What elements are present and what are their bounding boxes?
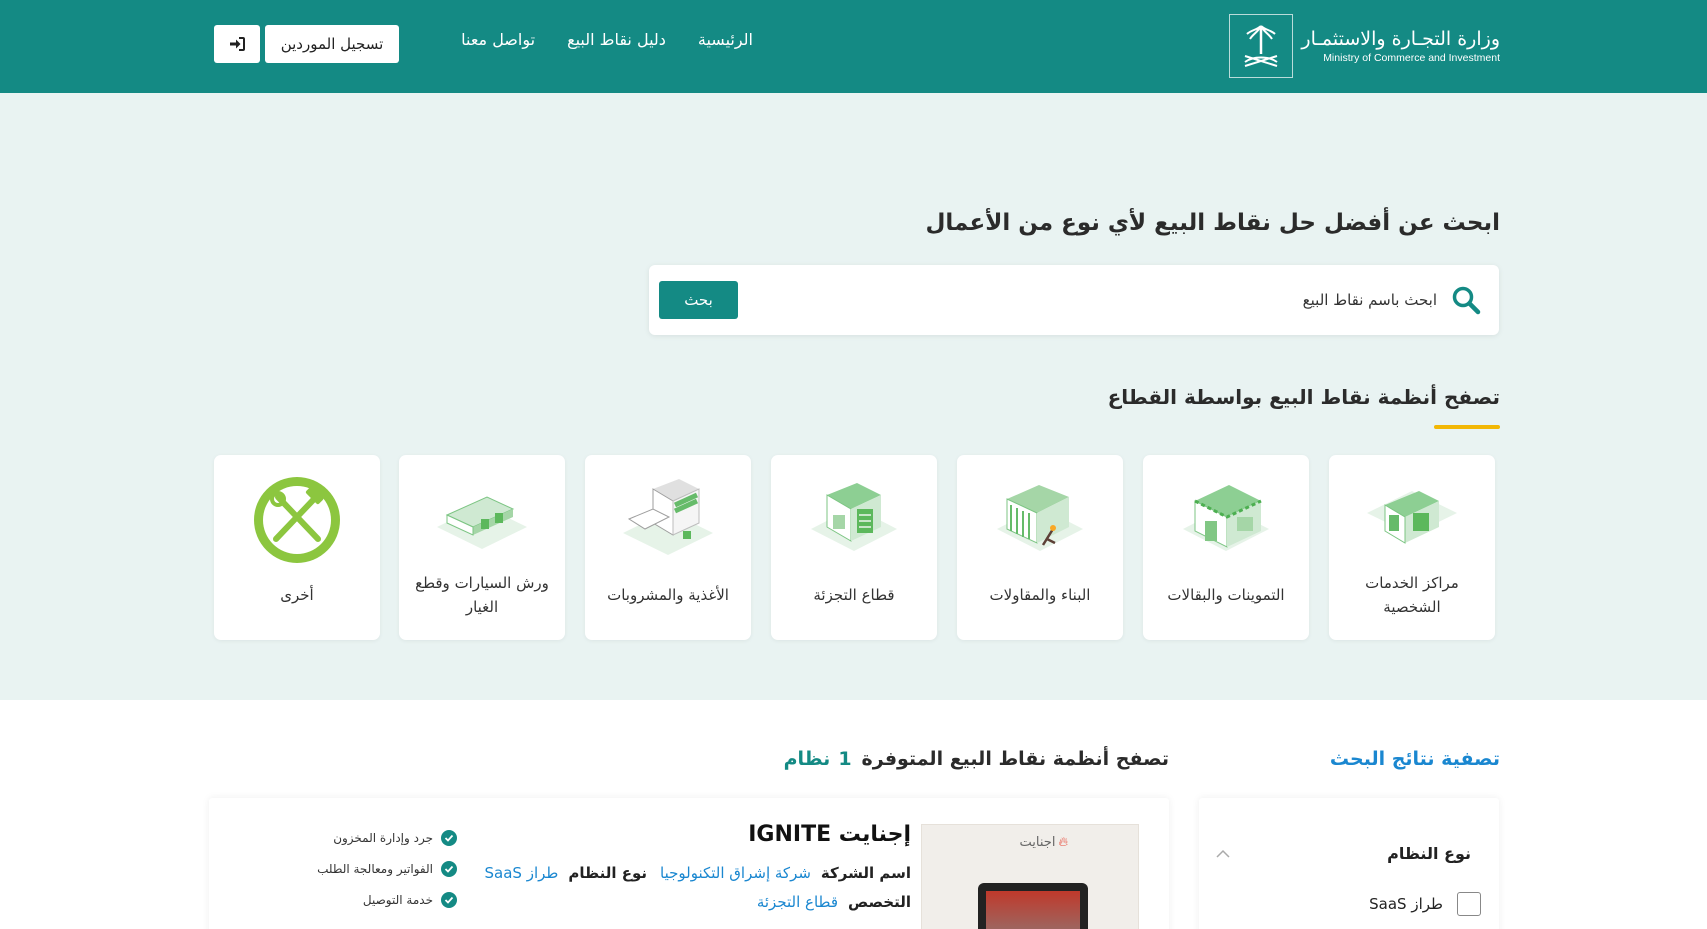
product-card[interactable]: 🔥︎ اجنايت إجنايت IGNITE اسم الشركة شركة … (209, 798, 1169, 929)
product-image[interactable]: 🔥︎ اجنايت (921, 824, 1139, 929)
results-title: تصفح أنظمة نقاط البيع المتوفرة 1 نظام (784, 748, 1169, 770)
register-suppliers-button[interactable]: تسجيل الموردين (265, 25, 399, 63)
sector-card-personal-services[interactable]: مراكز الخدمات الشخصية (1329, 455, 1495, 640)
logo-name-en: Ministry of Commerce and Investment (1323, 52, 1500, 64)
logo-text: وزارة التجـارة والاستثمـار Ministry of C… (1301, 27, 1500, 65)
retail-store-icon (811, 483, 897, 551)
chevron-up-icon[interactable] (1215, 846, 1231, 862)
title-underline (1434, 425, 1500, 429)
main-nav: الرئيسية دليل نقاط البيع تواصل معنا (461, 30, 753, 49)
system-type-row: نوع النظام طراز SaaS (485, 864, 647, 882)
specialty-row: التخصص قطاع التجزئة (757, 893, 911, 911)
search-button[interactable]: بحث (659, 281, 738, 319)
company-row: اسم الشركة شركة إشراق التكنولوجيا (660, 864, 911, 882)
sector-card-grocery[interactable]: التموينات والبقالات (1143, 455, 1309, 640)
feature-list: جرد وإدارة المخزون الفواتير ومعالجة الطل… (317, 828, 457, 909)
results-count: 1 نظام (784, 748, 852, 770)
product-name[interactable]: إجنايت IGNITE (748, 822, 911, 847)
sector-card-food-beverages[interactable]: الأغذية والمشروبات (585, 455, 751, 640)
search-input[interactable] (757, 283, 1437, 317)
filter-option-saas[interactable]: طراز SaaS (1369, 892, 1481, 916)
check-circle-icon (441, 860, 457, 877)
feature-label: الفواتير ومعالجة الطلب (317, 861, 433, 876)
ministry-logo[interactable]: وزارة التجـارة والاستثمـار Ministry of C… (1229, 14, 1500, 78)
search-icon (1452, 286, 1481, 315)
flame-icon: 🔥︎ (1058, 835, 1068, 850)
sector-label: مراكز الخدمات الشخصية (1365, 574, 1459, 616)
garage-icon (437, 496, 527, 549)
feature-item: جرد وإدارة المخزون (317, 828, 457, 847)
construction-store-icon (997, 485, 1083, 551)
cafe-icon (623, 479, 713, 555)
saas-checkbox[interactable] (1457, 892, 1481, 916)
top-header: وزارة التجـارة والاستثمـار Ministry of C… (0, 0, 1707, 93)
filter-option-label: طراز SaaS (1369, 895, 1443, 913)
system-type-value[interactable]: طراز SaaS (485, 864, 559, 882)
company-value[interactable]: شركة إشراق التكنولوجيا (660, 864, 811, 882)
product-image-logo: 🔥︎ اجنايت (1019, 835, 1068, 850)
feature-label: جرد وإدارة المخزون (333, 830, 433, 845)
check-circle-icon (441, 891, 457, 908)
logo-name-ar: وزارة التجـارة والاستثمـار (1301, 28, 1500, 50)
pos-terminal-illustration (978, 883, 1088, 929)
filter-heading-system-type: نوع النظام (1387, 844, 1471, 863)
login-button[interactable] (214, 25, 260, 63)
check-circle-icon (441, 829, 457, 846)
sector-label: أخرى (280, 586, 314, 604)
sector-card-retail[interactable]: قطاع التجزئة (771, 455, 937, 640)
sector-label: الأغذية والمشروبات (607, 586, 729, 604)
search-box: بحث (649, 265, 1499, 335)
sign-in-icon (230, 37, 245, 51)
feature-label: خدمة التوصيل (362, 892, 433, 907)
feature-item: خدمة التوصيل (317, 890, 457, 909)
sector-card-garages[interactable]: ورش السيارات وقطع الغيار (399, 455, 565, 640)
results-count-unit: نظام (783, 748, 831, 770)
grocery-store-icon (1183, 485, 1269, 551)
sector-label: ورش السيارات وقطع الغيار (415, 574, 549, 616)
filter-panel: نوع النظام طراز SaaS (1199, 798, 1499, 929)
storefront-icon (1367, 491, 1457, 544)
feature-item: الفواتير ومعالجة الطلب (317, 859, 457, 878)
nav-pos-directory[interactable]: دليل نقاط البيع (567, 30, 666, 49)
specialty-label: التخصص (848, 893, 911, 911)
sector-card-construction[interactable]: البناء والمقاولات (957, 455, 1123, 640)
specialty-value[interactable]: قطاع التجزئة (757, 893, 838, 911)
sector-card-other[interactable]: أخرى (214, 455, 380, 640)
palm-swords-emblem-icon (1229, 14, 1294, 78)
sector-label: البناء والمقاولات (989, 586, 1091, 604)
company-label: اسم الشركة (820, 864, 911, 882)
hero-title: ابحث عن أفضل حل نقاط البيع لأي نوع من ال… (925, 210, 1500, 236)
sector-label: قطاع التجزئة (813, 586, 895, 604)
filter-results-title: تصفية نتائج البحث (1329, 748, 1500, 770)
results-title-text: تصفح أنظمة نقاط البيع المتوفرة (861, 748, 1169, 770)
sector-cards: مراكز الخدمات الشخصية التموينات والبقالا… (214, 455, 1495, 640)
sector-label: التموينات والبقالات (1167, 586, 1285, 604)
tools-icon (254, 477, 340, 563)
browse-by-sector-title: تصفح أنظمة نقاط البيع بواسطة القطاع (1107, 385, 1500, 409)
nav-contact-us[interactable]: تواصل معنا (461, 30, 535, 49)
nav-home[interactable]: الرئيسية (698, 30, 753, 49)
system-type-label: نوع النظام (568, 864, 647, 882)
results-count-number: 1 (838, 748, 852, 770)
